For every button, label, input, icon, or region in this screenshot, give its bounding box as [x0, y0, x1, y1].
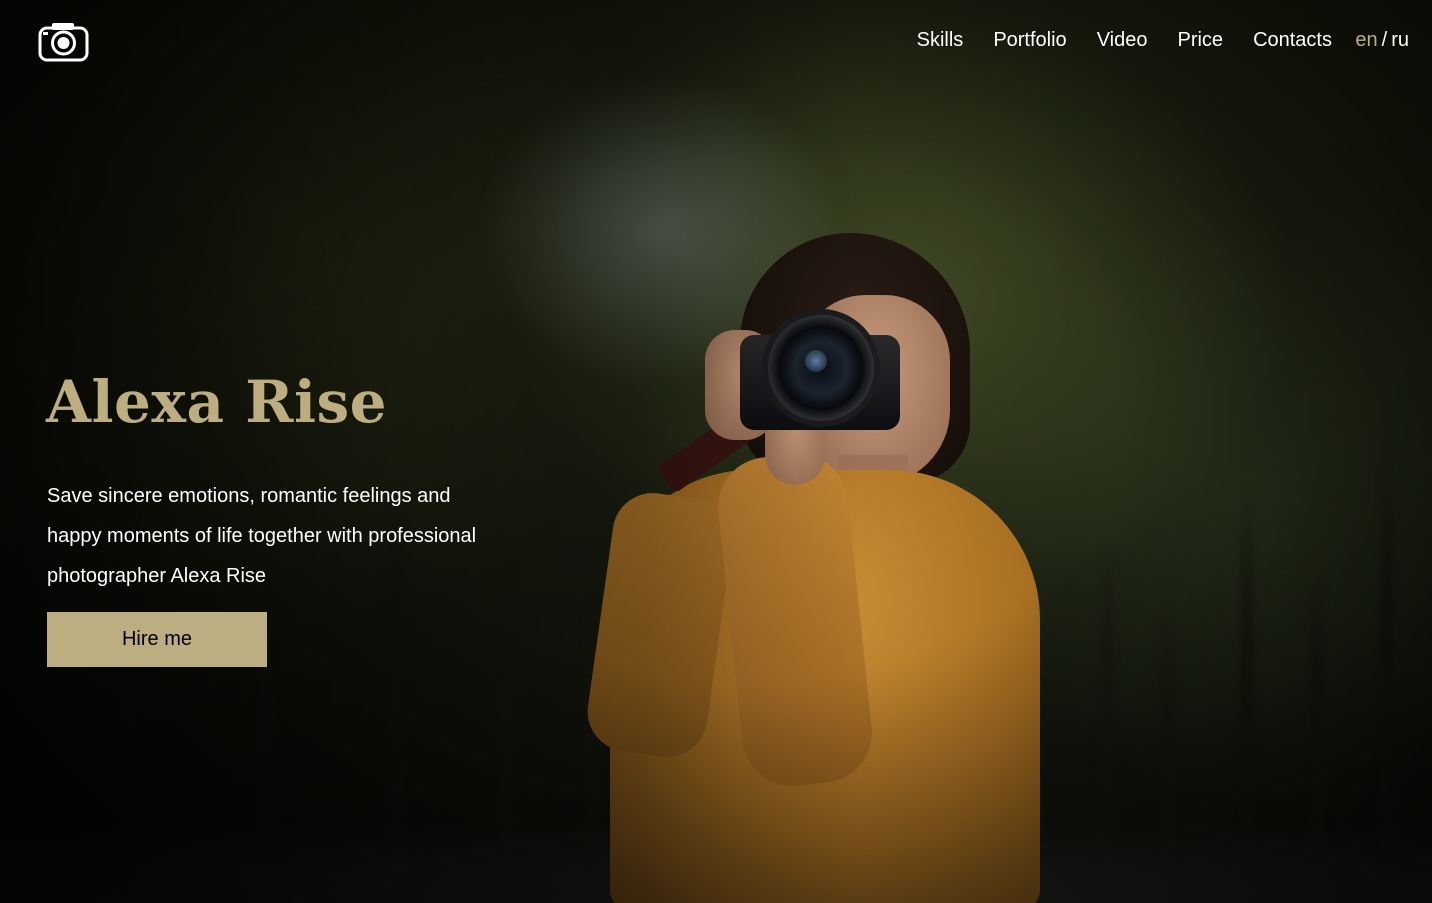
- lang-en[interactable]: en: [1355, 29, 1377, 51]
- nav-contacts[interactable]: Contacts: [1253, 29, 1332, 52]
- nav-skills[interactable]: Skills: [917, 29, 964, 52]
- lang-ru[interactable]: ru: [1391, 29, 1409, 51]
- camera-icon[interactable]: [38, 21, 89, 62]
- tree-trunk: [260, 563, 274, 863]
- nav-price[interactable]: Price: [1177, 29, 1223, 52]
- photographer-figure: [582, 225, 1060, 903]
- tree-trunk: [1310, 563, 1324, 863]
- hero-subtitle: Save sincere emotions, romantic feelings…: [47, 485, 477, 587]
- lang-separator: /: [1381, 29, 1388, 51]
- hire-me-button[interactable]: Hire me: [47, 612, 267, 667]
- hero-section: Skills Portfolio Video Price Contacts en…: [0, 0, 1432, 903]
- lens-glint: [805, 350, 827, 372]
- nav-portfolio[interactable]: Portfolio: [993, 29, 1066, 52]
- tree-trunk: [1240, 483, 1254, 863]
- main-nav: Skills Portfolio Video Price Contacts: [917, 29, 1332, 52]
- tree-trunk: [1380, 443, 1394, 863]
- header: Skills Portfolio Video Price Contacts en…: [0, 0, 1432, 84]
- nav-video[interactable]: Video: [1097, 29, 1148, 52]
- language-switcher: en / ru: [1355, 29, 1409, 52]
- page-title: Alexa Rise: [46, 368, 388, 436]
- tree-trunk: [1100, 543, 1114, 863]
